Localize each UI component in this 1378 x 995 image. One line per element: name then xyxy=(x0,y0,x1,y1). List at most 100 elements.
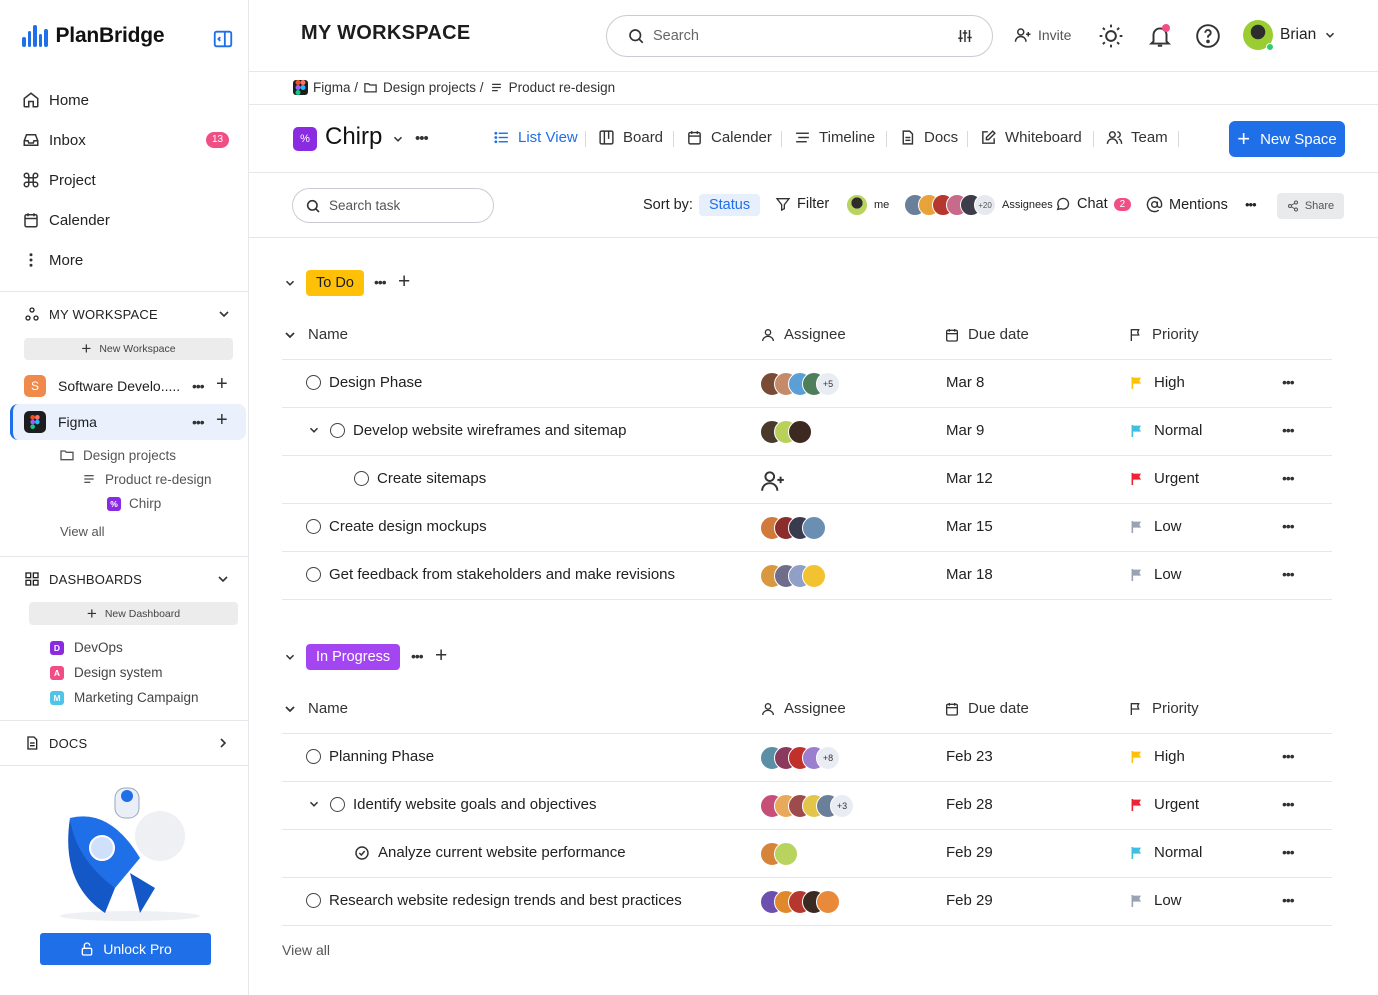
unlock-pro-button[interactable]: Unlock Pro xyxy=(40,933,211,965)
more-horizontal-icon[interactable]: ••• xyxy=(1282,374,1295,390)
status-circle-icon[interactable] xyxy=(330,797,345,812)
plus-icon[interactable]: + xyxy=(216,373,228,396)
chevron-right-icon[interactable] xyxy=(215,735,231,751)
assignees-filter[interactable]: +20 Assignees xyxy=(904,194,1053,216)
assignee-avatars[interactable]: +3 xyxy=(760,794,854,818)
column-due-date[interactable]: Due date xyxy=(944,326,1029,343)
help-icon[interactable] xyxy=(1195,23,1221,49)
priority[interactable]: High xyxy=(1129,374,1185,391)
assignee-avatars[interactable]: +5 xyxy=(760,372,840,396)
status-circle-icon[interactable] xyxy=(306,749,321,764)
plus-icon[interactable]: + xyxy=(216,409,228,432)
status-circle-icon[interactable] xyxy=(306,893,321,908)
priority[interactable]: Low xyxy=(1129,892,1182,909)
status-circle-icon[interactable] xyxy=(306,567,321,582)
workspace-item-software[interactable]: S Software Develo..... ••• + xyxy=(10,368,246,404)
more-horizontal-icon[interactable]: ••• xyxy=(1282,470,1295,486)
more-horizontal-icon[interactable]: ••• xyxy=(1282,518,1295,534)
task-name[interactable]: Develop website wireframes and sitemap xyxy=(330,422,626,439)
status-circle-icon[interactable] xyxy=(306,519,321,534)
due-date[interactable]: Mar 18 xyxy=(946,566,993,583)
plus-icon[interactable]: + xyxy=(398,271,410,292)
more-horizontal-icon[interactable]: ••• xyxy=(411,648,424,664)
priority[interactable]: Low xyxy=(1129,518,1182,535)
task-row[interactable]: Research website redesign trends and bes… xyxy=(282,878,1332,926)
due-date[interactable]: Mar 15 xyxy=(946,518,993,535)
assignee-avatars[interactable] xyxy=(760,890,840,914)
priority[interactable]: High xyxy=(1129,748,1185,765)
task-row[interactable]: Develop website wireframes and sitemap Ma… xyxy=(282,408,1332,456)
due-date[interactable]: Mar 8 xyxy=(946,374,984,391)
tree-item-chirp[interactable]: % Chirp xyxy=(107,496,161,511)
add-assignee-icon[interactable] xyxy=(760,468,786,494)
more-horizontal-icon[interactable]: ••• xyxy=(1282,796,1295,812)
sort-value[interactable]: Status xyxy=(698,194,761,216)
task-row[interactable]: Design Phase +5 Mar 8 High ••• xyxy=(282,360,1332,408)
new-space-button[interactable]: + New Space xyxy=(1229,121,1345,157)
dashboard-item-design-system[interactable]: A Design system xyxy=(50,665,163,680)
space-name[interactable]: Chirp xyxy=(325,123,382,151)
dashboard-item-devops[interactable]: D DevOps xyxy=(50,640,123,655)
chevron-down-icon[interactable] xyxy=(216,306,232,322)
due-date[interactable]: Mar 9 xyxy=(946,422,984,439)
new-workspace-button[interactable]: + New Workspace xyxy=(24,338,233,360)
nav-more[interactable]: More xyxy=(22,251,83,269)
task-name[interactable]: Get feedback from stakeholders and make … xyxy=(306,566,675,583)
nav-calender[interactable]: Calender xyxy=(22,211,110,229)
task-row[interactable]: Get feedback from stakeholders and make … xyxy=(282,552,1332,600)
task-row[interactable]: Create sitemaps Mar 12 Urgent ••• xyxy=(282,456,1332,504)
task-row[interactable]: Analyze current website performance Feb 2… xyxy=(282,830,1332,878)
priority[interactable]: Urgent xyxy=(1129,470,1199,487)
more-horizontal-icon[interactable]: ••• xyxy=(374,274,387,290)
user-menu[interactable]: Brian xyxy=(1243,20,1337,51)
tab-team[interactable]: Team xyxy=(1106,129,1168,146)
priority[interactable]: Urgent xyxy=(1129,796,1199,813)
status-circle-icon[interactable] xyxy=(306,375,321,390)
assignee-avatars[interactable] xyxy=(760,420,812,444)
column-name[interactable]: Name xyxy=(282,700,348,717)
sort-control[interactable]: Sort by: Status xyxy=(643,194,761,216)
chevron-down-icon[interactable] xyxy=(215,571,231,587)
nav-home[interactable]: Home xyxy=(22,91,89,109)
chevron-down-icon[interactable] xyxy=(283,276,297,290)
docs-header[interactable]: DOCS xyxy=(24,735,87,751)
more-horizontal-icon[interactable]: ••• xyxy=(192,378,205,394)
priority[interactable]: Low xyxy=(1129,566,1182,583)
breadcrumb-list[interactable]: Product re-design xyxy=(509,80,616,95)
column-priority[interactable]: Priority xyxy=(1128,700,1199,717)
tab-list-view[interactable]: List View xyxy=(493,129,578,146)
more-horizontal-icon[interactable]: ••• xyxy=(1282,422,1295,438)
tab-board[interactable]: Board xyxy=(598,129,663,146)
more-horizontal-icon[interactable]: ••• xyxy=(192,414,205,430)
tab-whiteboard[interactable]: Whiteboard xyxy=(980,129,1082,146)
task-name[interactable]: Planning Phase xyxy=(306,748,434,765)
due-date[interactable]: Feb 28 xyxy=(946,796,993,813)
plus-icon[interactable]: + xyxy=(435,645,447,666)
tab-docs[interactable]: Docs xyxy=(899,129,958,146)
assignee-avatars[interactable] xyxy=(760,564,826,588)
chevron-down-icon[interactable] xyxy=(307,423,321,437)
breadcrumb-folder[interactable]: Design projects / xyxy=(383,80,484,95)
my-workspace-header[interactable]: MY WORKSPACE xyxy=(24,306,158,322)
filter-sliders-icon[interactable] xyxy=(956,27,974,45)
status-group-label[interactable]: In Progress xyxy=(306,644,401,670)
column-assignee[interactable]: Assignee xyxy=(760,700,846,717)
assignee-avatars[interactable]: +8 xyxy=(760,746,840,770)
chevron-down-icon[interactable] xyxy=(391,132,405,146)
tree-item-product-redesign[interactable]: Product re-design xyxy=(81,471,212,487)
task-row[interactable]: Planning Phase +8 Feb 23 High ••• xyxy=(282,734,1332,782)
due-date[interactable]: Feb 29 xyxy=(946,844,993,861)
breadcrumb-root[interactable]: Figma / xyxy=(313,80,358,95)
tree-item-design-projects[interactable]: Design projects xyxy=(59,447,176,463)
dashboard-item-marketing[interactable]: M Marketing Campaign xyxy=(50,690,199,705)
nav-inbox[interactable]: Inbox xyxy=(22,131,86,149)
column-due-date[interactable]: Due date xyxy=(944,700,1029,717)
brand-logo[interactable]: PlanBridge xyxy=(22,24,165,48)
view-all-link[interactable]: View all xyxy=(282,942,330,958)
sun-icon[interactable] xyxy=(1098,23,1124,49)
task-name[interactable]: Analyze current website performance xyxy=(354,844,626,861)
chevron-down-icon[interactable] xyxy=(283,650,297,664)
due-date[interactable]: Feb 29 xyxy=(946,892,993,909)
new-dashboard-button[interactable]: + New Dashboard xyxy=(29,602,238,625)
task-name[interactable]: Research website redesign trends and bes… xyxy=(306,892,682,909)
